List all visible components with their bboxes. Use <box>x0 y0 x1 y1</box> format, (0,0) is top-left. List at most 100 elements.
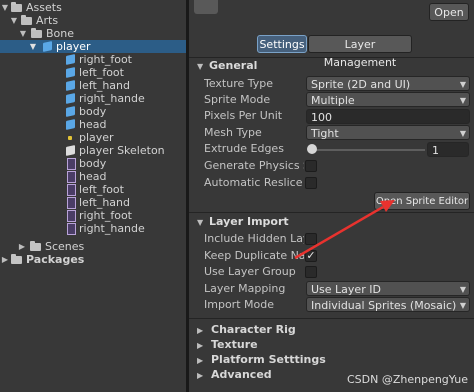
sprite-icon <box>65 209 77 222</box>
dropdown-value: Tight <box>311 127 339 140</box>
tree-item-label: Scenes <box>45 240 85 253</box>
tree-item-left-foot[interactable]: left_foot <box>0 66 186 79</box>
section-character-rig[interactable]: ▶ Character Rig <box>197 323 296 337</box>
folder-icon <box>11 253 23 266</box>
mesh-type-label: Mesh Type <box>204 126 262 139</box>
pixels-per-unit-input[interactable]: 100 <box>306 109 470 124</box>
tree-item-label: right_hande <box>79 92 145 105</box>
chevron-down-icon: ▼ <box>459 96 466 105</box>
expand-arrow-icon[interactable]: ▼ <box>28 40 38 53</box>
project-panel: ▼ Assets ▼ Arts ▼ Bone ▼ player right_fo… <box>0 0 186 392</box>
tree-item-assets[interactable]: ▼ Assets <box>0 1 186 14</box>
automatic-reslice-checkbox[interactable] <box>305 177 317 189</box>
section-title: Platform Setttings <box>211 353 326 366</box>
section-advanced[interactable]: ▶ Advanced <box>197 368 272 382</box>
tree-item-player-skeleton[interactable]: player Skeleton <box>0 144 186 157</box>
section-title: Advanced <box>211 368 272 381</box>
tree-item-sprite-left-hand[interactable]: left_hand <box>0 196 186 209</box>
tree-item-right-hande[interactable]: right_hande <box>0 92 186 105</box>
pixels-per-unit-label: Pixels Per Unit <box>204 109 283 122</box>
dropdown-value: Multiple <box>311 94 355 107</box>
section-texture[interactable]: ▶ Texture <box>197 338 258 352</box>
tree-item-head[interactable]: head <box>0 118 186 131</box>
import-mode-label: Import Mode <box>204 298 274 311</box>
tree-item-left-hand[interactable]: left_hand <box>0 79 186 92</box>
tree-item-label: left_foot <box>79 66 124 79</box>
section-title: Texture <box>211 338 258 351</box>
psb-asset-icon <box>42 40 54 53</box>
skeleton-asset-icon <box>65 144 77 157</box>
collapse-arrow-icon: ▶ <box>197 371 204 380</box>
section-layer-import-header[interactable]: ▼ Layer Import <box>197 215 289 229</box>
yellow-dot-icon <box>65 131 77 144</box>
collapse-arrow-icon[interactable]: ▶ <box>0 253 10 266</box>
tab-layer-management[interactable]: Layer Management <box>308 35 412 69</box>
tree-item-player-selected[interactable]: ▼ player <box>0 40 186 53</box>
extrude-edges-input[interactable]: 1 <box>427 142 469 157</box>
tree-item-scenes[interactable]: ▶ Scenes <box>0 240 186 253</box>
expand-arrow-icon[interactable]: ▼ <box>18 27 28 40</box>
tree-item-arts[interactable]: ▼ Arts <box>0 14 186 27</box>
include-hidden-layers-checkbox[interactable] <box>305 233 317 245</box>
tree-item-label: right_foot <box>79 53 132 66</box>
open-sprite-editor-button[interactable]: Open Sprite Editor <box>374 192 470 210</box>
tree-item-sprite-left-foot[interactable]: left_foot <box>0 183 186 196</box>
tree-item-label: Bone <box>46 27 75 40</box>
tree-item-label: Packages <box>26 253 85 266</box>
watermark: CSDN @ZhenpengYue <box>346 373 468 386</box>
divider <box>189 57 474 58</box>
sprite-asset-icon <box>65 92 77 105</box>
import-mode-dropdown[interactable]: Individual Sprites (Mosaic) ▼ <box>306 297 470 312</box>
tree-item-right-foot[interactable]: right_foot <box>0 53 186 66</box>
tree-item-player-dot[interactable]: player <box>0 131 186 144</box>
tree-item-label: player <box>56 40 91 53</box>
section-title: General <box>209 59 258 72</box>
sprite-asset-icon <box>65 105 77 118</box>
layer-mapping-dropdown[interactable]: Use Layer ID ▼ <box>306 281 470 296</box>
folder-open-icon <box>11 1 23 14</box>
sprite-mode-label: Sprite Mode <box>204 93 271 106</box>
collapse-arrow-icon[interactable]: ▶ <box>17 240 27 253</box>
sprite-icon <box>65 196 77 209</box>
dropdown-value: Use Layer ID <box>311 283 381 296</box>
collapse-arrow-icon: ▶ <box>197 341 204 350</box>
extrude-edges-slider-knob[interactable] <box>307 144 317 154</box>
tree-item-label: player Skeleton <box>79 144 165 157</box>
section-general-header[interactable]: ▼ General <box>197 59 257 73</box>
section-title: Layer Import <box>209 215 289 228</box>
sprite-asset-icon <box>65 66 77 79</box>
layer-mapping-label: Layer Mapping <box>204 282 286 295</box>
open-button[interactable]: Open <box>429 3 469 21</box>
tree-item-sprite-head[interactable]: head <box>0 170 186 183</box>
mesh-type-dropdown[interactable]: Tight ▼ <box>306 125 470 140</box>
tree-item-label: head <box>79 118 107 131</box>
automatic-reslice-label: Automatic Reslice <box>204 176 303 189</box>
tree-item-label: left_foot <box>79 183 124 196</box>
use-layer-group-checkbox[interactable] <box>305 266 317 278</box>
tree-item-body[interactable]: body <box>0 105 186 118</box>
sprite-icon <box>65 183 77 196</box>
tree-item-packages[interactable]: ▶ Packages <box>0 253 186 266</box>
tree-item-sprite-body[interactable]: body <box>0 157 186 170</box>
extrude-edges-slider-track[interactable] <box>311 149 425 151</box>
generate-physics-checkbox[interactable] <box>305 160 317 172</box>
tab-settings[interactable]: Settings <box>257 35 307 53</box>
sprite-mode-dropdown[interactable]: Multiple ▼ <box>306 92 470 107</box>
expand-arrow-icon[interactable]: ▼ <box>0 1 10 14</box>
folder-icon <box>30 240 42 253</box>
folder-open-icon <box>31 27 43 40</box>
use-layer-group-label: Use Layer Group <box>204 265 296 278</box>
expand-arrow-icon[interactable]: ▼ <box>9 14 19 27</box>
tree-item-label: right_foot <box>79 209 132 222</box>
texture-type-dropdown[interactable]: Sprite (2D and UI) ▼ <box>306 76 470 91</box>
tree-item-label: right_hande <box>79 222 145 235</box>
tree-item-sprite-right-hande[interactable]: right_hande <box>0 222 186 235</box>
tree-item-bone[interactable]: ▼ Bone <box>0 27 186 40</box>
tree-item-sprite-right-foot[interactable]: right_foot <box>0 209 186 222</box>
chevron-down-icon: ▼ <box>459 80 466 89</box>
keep-duplicate-names-checkbox[interactable]: ✓ <box>305 250 317 262</box>
tree-item-label: left_hand <box>79 196 130 209</box>
section-platform-settings[interactable]: ▶ Platform Setttings <box>197 353 326 367</box>
chevron-down-icon: ▼ <box>459 129 466 138</box>
expand-arrow-icon: ▼ <box>197 62 204 71</box>
